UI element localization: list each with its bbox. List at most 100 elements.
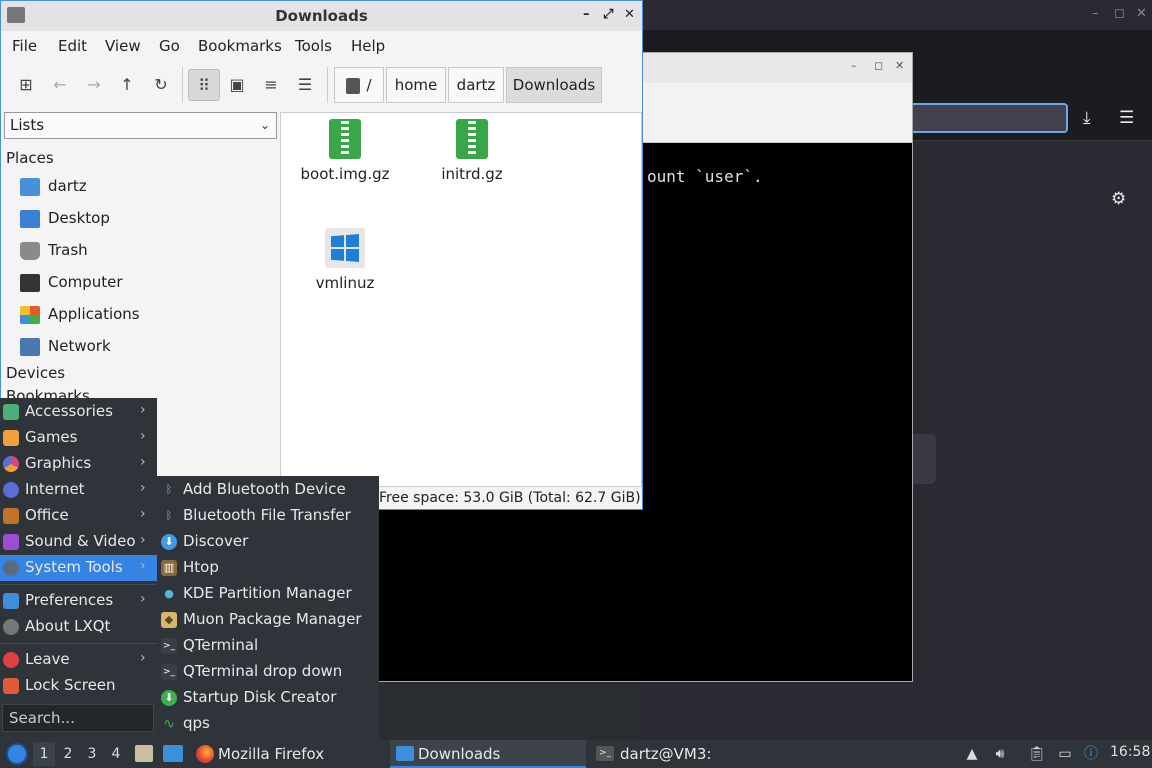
file-view[interactable]: boot.img.gz initrd.gz vmlinuz	[280, 112, 642, 487]
close-icon[interactable]: ✕	[895, 59, 904, 72]
close-icon[interactable]: ✕	[624, 7, 635, 22]
compact-view-icon[interactable]: ≡	[255, 69, 287, 101]
qps-icon: ∿	[163, 716, 175, 732]
maximize-icon[interactable]: ◻	[874, 59, 883, 72]
file-item[interactable]: boot.img.gz	[295, 119, 395, 183]
submenu-item-htop[interactable]: ▥ Htop	[157, 555, 379, 581]
menu-separator	[0, 584, 157, 585]
gear-icon[interactable]: ⚙	[1111, 189, 1126, 209]
firefox-titlebar: – ◻ ✕	[640, 0, 1152, 30]
download-icon[interactable]: ⤓	[1083, 108, 1091, 128]
submenu-item-qps[interactable]: ∿ qps	[157, 711, 379, 737]
scrollbar[interactable]	[910, 434, 936, 484]
desktop-switch-2[interactable]: 2	[57, 742, 79, 766]
chevron-right-icon: ›	[140, 428, 146, 444]
menu-tools[interactable]: Tools	[295, 37, 332, 55]
start-menu: Accessories › Games › Graphics › Interne…	[0, 398, 157, 740]
menubar: File Edit View Go Bookmarks Tools Help	[1, 33, 642, 59]
desktop-switch-1[interactable]: 1	[33, 742, 55, 766]
startup-disk-icon: ⬇	[161, 690, 177, 706]
back-icon[interactable]: ←	[44, 69, 76, 101]
sidebar-item-network[interactable]: Network	[18, 334, 268, 360]
menu-item-internet[interactable]: Internet ›	[0, 477, 157, 503]
path-crumb-dartz[interactable]: dartz	[448, 67, 504, 103]
chevron-down-icon: ⌄	[259, 118, 270, 132]
clipboard-icon[interactable]: 📋︎	[1028, 745, 1046, 763]
hamburger-menu-icon[interactable]: ☰	[1119, 108, 1134, 128]
icon-view-icon[interactable]: ⠿	[188, 69, 220, 101]
start-menu-icon[interactable]	[6, 743, 28, 765]
sidebar-item-desktop[interactable]: Desktop	[18, 206, 268, 232]
minimize-icon[interactable]: –	[583, 7, 590, 22]
menu-item-leave[interactable]: Leave ›	[0, 647, 157, 673]
system-tools-icon	[3, 560, 19, 576]
minimize-icon[interactable]: –	[851, 59, 857, 72]
menu-item-about-lxqt[interactable]: About LXQt	[0, 614, 157, 640]
show-desktop-icon[interactable]	[163, 745, 183, 762]
file-item[interactable]: vmlinuz	[295, 228, 395, 292]
forward-icon[interactable]: →	[78, 69, 110, 101]
submenu-item-startup-disk-creator[interactable]: ⬇ Startup Disk Creator	[157, 685, 379, 711]
menu-item-accessories[interactable]: Accessories ›	[0, 399, 157, 425]
path-crumb-home[interactable]: home	[386, 67, 446, 103]
update-notifier-icon[interactable]: ⓘ	[1082, 745, 1100, 763]
side-pane-mode-select[interactable]: Lists ⌄	[4, 112, 277, 139]
desktop-switch-4[interactable]: 4	[105, 742, 127, 766]
menu-item-sound-video[interactable]: Sound & Video ›	[0, 529, 157, 555]
submenu-item-kde-partition-manager[interactable]: ● KDE Partition Manager	[157, 581, 379, 607]
chevron-right-icon: ›	[140, 454, 146, 470]
submenu-item-muon-package-manager[interactable]: ◆ Muon Package Manager	[157, 607, 379, 633]
submenu-item-add-bluetooth-device[interactable]: ᛒ Add Bluetooth Device	[157, 477, 379, 503]
file-item[interactable]: initrd.gz	[422, 119, 522, 183]
maximize-icon[interactable]: ◻	[1114, 6, 1125, 21]
menu-item-system-tools[interactable]: System Tools ›	[0, 555, 157, 581]
menu-go[interactable]: Go	[159, 37, 180, 55]
menu-search-input[interactable]: Search...	[2, 704, 154, 732]
submenu-item-qterminal-drop-down[interactable]: >_ QTerminal drop down	[157, 659, 379, 685]
minimize-icon[interactable]: –	[1092, 6, 1099, 21]
task-terminal[interactable]: >_ dartz@VM3: ~/Downl...	[592, 740, 792, 768]
submenu-item-qterminal[interactable]: >_ QTerminal	[157, 633, 379, 659]
menu-item-games[interactable]: Games ›	[0, 425, 157, 451]
desktop-icon	[20, 210, 40, 228]
sidebar-item-trash[interactable]: Trash	[18, 238, 268, 264]
sidebar-item-dartz[interactable]: dartz	[18, 174, 268, 200]
reload-icon[interactable]: ↻	[145, 69, 177, 101]
menu-edit[interactable]: Edit	[58, 37, 87, 55]
menu-bookmarks[interactable]: Bookmarks	[198, 37, 282, 55]
graphics-icon	[3, 456, 19, 472]
desktop-switch-3[interactable]: 3	[81, 742, 103, 766]
path-crumb-downloads[interactable]: Downloads	[506, 67, 602, 103]
close-icon[interactable]: ✕	[1136, 6, 1147, 21]
menu-item-graphics[interactable]: Graphics ›	[0, 451, 157, 477]
clock[interactable]: 16:58	[1110, 744, 1150, 760]
menu-file[interactable]: File	[12, 37, 37, 55]
bluetooth-icon: ᛒ	[165, 483, 173, 496]
file-manager-launcher-icon[interactable]	[135, 745, 153, 762]
menu-item-office[interactable]: Office ›	[0, 503, 157, 529]
path-root-button[interactable]: /	[334, 67, 384, 103]
submenu-item-discover[interactable]: ⬇ Discover	[157, 529, 379, 555]
sound-video-icon	[3, 534, 19, 550]
up-icon[interactable]: ↑	[111, 69, 143, 101]
partition-manager-icon: ●	[164, 587, 174, 600]
menu-item-lock-screen[interactable]: Lock Screen	[0, 673, 157, 699]
submenu-item-bluetooth-file-transfer[interactable]: ᛒ Bluetooth File Transfer	[157, 503, 379, 529]
sidebar-item-applications[interactable]: Applications	[18, 302, 268, 328]
maximize-icon[interactable]: ⤢	[603, 7, 613, 22]
bluetooth-icon: ᛒ	[165, 509, 173, 522]
tray-arrow-icon[interactable]: ▲	[963, 745, 981, 763]
new-tab-icon[interactable]: ⊞	[10, 69, 42, 101]
sidebar-item-computer[interactable]: Computer	[18, 270, 268, 296]
volume-icon[interactable]: 🔊︎	[991, 745, 1009, 763]
task-firefox[interactable]: Mozilla Firefox	[193, 740, 383, 768]
network-tray-icon[interactable]: ▭	[1056, 745, 1074, 763]
menu-view[interactable]: View	[105, 37, 141, 55]
menu-help[interactable]: Help	[351, 37, 385, 55]
thumbnail-view-icon[interactable]: ▣	[221, 69, 253, 101]
htop-icon: ▥	[161, 560, 177, 576]
detailed-view-icon[interactable]: ☰	[289, 69, 321, 101]
task-downloads[interactable]: Downloads	[390, 740, 586, 768]
menu-item-preferences[interactable]: Preferences ›	[0, 588, 157, 614]
url-bar[interactable]	[910, 103, 1068, 133]
